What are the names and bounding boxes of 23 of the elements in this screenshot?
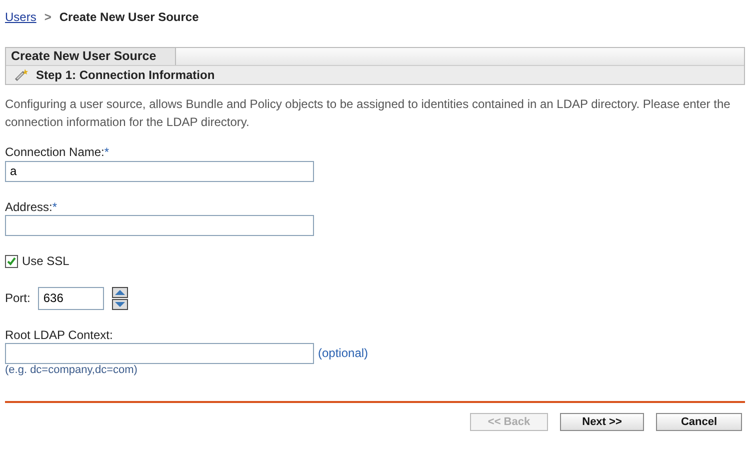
required-mark: *	[104, 145, 110, 160]
field-label: Port:	[5, 290, 30, 306]
input-field[interactable]	[5, 215, 314, 236]
port-field[interactable]: 636	[38, 286, 104, 310]
field-label: Root LDAP Context:	[5, 328, 113, 342]
field-label: Connection Name:	[5, 145, 104, 160]
down-arrow-icon[interactable]	[112, 298, 128, 310]
cancel-button[interactable]: Cancel	[656, 413, 742, 432]
input-field[interactable]	[5, 342, 314, 364]
breadcrumb-link[interactable]: Users	[5, 10, 36, 24]
optional-note: (optional)	[318, 346, 368, 361]
description-text: Configuring a user source, allows Bundle and Policy objects to be assigned to identities contained in an LDAP directory. Please enter the connection information for the LDAP directory.	[5, 96, 732, 132]
required-mark: *	[52, 200, 58, 214]
example-hint: (e.g. dc=company,dc=com)	[5, 364, 138, 378]
step-title: Step 1: Connection Information	[36, 68, 215, 82]
field-label: Address:	[5, 200, 52, 214]
input-field[interactable]: a	[5, 160, 314, 182]
up-arrow-icon[interactable]	[112, 286, 128, 298]
next-button[interactable]: Next >>	[560, 413, 644, 432]
breadcrumb-current: Create New User Source	[59, 10, 199, 24]
checkbox-label: Use SSL	[22, 254, 70, 269]
breadcrumb-separator: >	[44, 10, 52, 24]
checkbox[interactable]	[5, 254, 18, 268]
